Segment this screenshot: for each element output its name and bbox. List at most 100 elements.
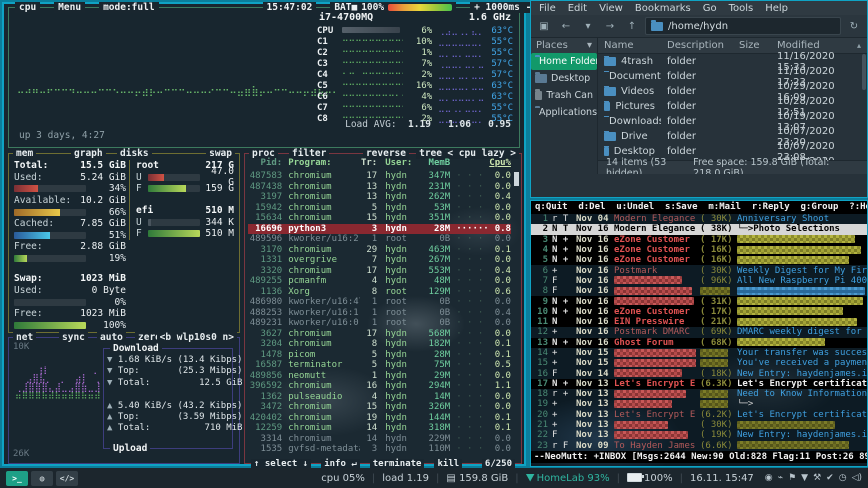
mail-row[interactable]: 18r +Nov 13Need to Know Information for (531, 389, 867, 399)
mail-row[interactable]: 21+Nov 13( 30K) (531, 420, 867, 430)
process-row[interactable]: 15634chromium15hydn351M· · ·0.0 (248, 213, 511, 224)
menu-file[interactable]: File (539, 3, 556, 14)
file-list-scrollbar[interactable] (862, 54, 866, 90)
col-description[interactable]: Description (661, 40, 733, 51)
process-row[interactable]: 1331overgrive7hydn267M· · ·0.0 (248, 255, 511, 266)
volume-icon[interactable]: ◁) (852, 473, 862, 483)
mail-row[interactable]: 19+Nov 13└─> (531, 399, 867, 409)
menu-help[interactable]: Help (765, 3, 788, 14)
process-row[interactable]: 16696python33hydn28M·········0.8 (248, 224, 511, 235)
process-row[interactable]: 489596kworker/u16:2-1root0B· · ·0.0 (248, 234, 511, 245)
clock-icon[interactable]: ◷ (839, 473, 847, 483)
new-window-icon[interactable]: ▣ (537, 21, 551, 32)
process-row[interactable]: 1478picom5hydn28M· · ·0.1 (248, 350, 511, 361)
process-row[interactable]: 486980kworker/u16:471root0B· · ·0.0 (248, 297, 511, 308)
col-name[interactable]: Name (598, 40, 661, 51)
process-row[interactable]: 3197chromium13hydn262M· · ·0.4 (248, 192, 511, 203)
up-icon[interactable]: ↑ (625, 21, 639, 32)
mail-row[interactable]: 23r FNov 09To Hayden James(6.6K) (531, 441, 867, 451)
process-row[interactable]: 3627chromium17hydn568M· · ·0.0 (248, 329, 511, 340)
process-row[interactable]: 15942chromium5hydn53M· · ·0.0 (248, 203, 511, 214)
download-label: Download (110, 343, 162, 354)
process-row[interactable]: 489856neomutt1hydn29M· · ·0.0 (248, 371, 511, 382)
back-icon[interactable]: ← (559, 21, 573, 32)
mode-toggle[interactable]: mode:full (99, 2, 158, 13)
process-row[interactable]: 3170chromium29hydn463M· · ·0.1 (248, 245, 511, 256)
process-row[interactable]: 489255pcmanfm4hydn48M· · ·0.0 (248, 276, 511, 287)
tab-cpu[interactable]: cpu (15, 2, 40, 13)
sidebar-item-trash-can[interactable]: Trash Can (531, 87, 597, 104)
process-row[interactable]: 396592chromium16hydn294M· · ·1.1 (248, 381, 511, 392)
neomutt-window[interactable]: q:Quit d:Del u:Undel s:Save m:Mail r:Rep… (530, 200, 868, 467)
process-row[interactable]: 1535gvfsd-metadata3hydn110M· · ·0.0 (248, 444, 511, 453)
process-row[interactable]: 1136Xorg8root129M· · ·0.6 (248, 287, 511, 298)
mail-row[interactable]: 9N +Nov 16( 31K) (531, 296, 867, 306)
mail-row[interactable]: 12+Nov 16Postmark DMARC( 69K)DMARC weekl… (531, 327, 867, 337)
forward-icon[interactable]: → (603, 21, 617, 32)
terminal-window[interactable]: cpu Menu mode:full 15:47:02 BAT■ 100% + … (2, 2, 526, 466)
mail-row[interactable]: 16FNov 14( 18K)New Entry: haydenjames.io (531, 368, 867, 378)
mail-row[interactable]: 17N +Nov 13Let's Encrypt E(6.3K)Let's En… (531, 379, 867, 389)
process-row[interactable]: 489231kworker/u16:0-1root0B· · ·0.0 (248, 318, 511, 329)
mail-row[interactable]: 11NNov 16EIN Presswire( 21K) (531, 317, 867, 327)
net-sync-toggle[interactable]: sync (59, 332, 88, 343)
swap-toggle[interactable]: swap (206, 148, 235, 159)
menu-go[interactable]: Go (703, 3, 717, 14)
menu-button[interactable]: Menu (54, 2, 85, 13)
process-row[interactable]: 420402chromium19hydn144M· · ·0.1 (248, 413, 511, 424)
process-row[interactable]: 3472chromium15hydn326M· · ·0.0 (248, 402, 511, 413)
app-button-terminal[interactable]: >_ (6, 471, 28, 486)
tab-mem[interactable]: mem (13, 148, 36, 159)
process-row[interactable]: 3320chromium17hydn553M· · ·0.4 (248, 266, 511, 277)
net-auto-toggle[interactable]: auto (97, 332, 126, 343)
net-interface-selector[interactable]: <b wlp10s0 n> (157, 332, 237, 343)
proc-scrollbar[interactable] (514, 172, 519, 186)
process-row[interactable]: 487438chromium13hydn231M· · ·0.0 (248, 182, 511, 193)
chevron-down-icon[interactable]: ▾ (587, 40, 592, 51)
app-button-editor[interactable]: </> (56, 471, 78, 486)
mail-row[interactable]: 15+Nov 15You've received a payment (531, 358, 867, 368)
menu-edit[interactable]: Edit (568, 3, 587, 14)
sidebar-item-desktop[interactable]: Desktop (531, 70, 597, 87)
process-row[interactable]: 3204chromium8hydn182M· · ·0.1 (248, 339, 511, 350)
mail-row[interactable]: 8FNov 16 (531, 286, 867, 296)
mail-row[interactable]: 22FNov 13( 19K)New Entry: haydenjames.io (531, 430, 867, 440)
mail-row[interactable]: 20+Nov 13Let's Encrypt E(6.2K)Let's Encr… (531, 410, 867, 420)
mail-row[interactable]: 4N +Nov 16eZone Customer( 16K) (531, 245, 867, 255)
flag-icon[interactable]: ⚑ (788, 473, 796, 483)
col-size[interactable]: Size (733, 40, 771, 51)
updates-icon[interactable]: ▼ (801, 473, 808, 483)
path-bar[interactable]: /home/hydn (645, 17, 841, 35)
process-row[interactable]: 12259chromium14hydn318M· · ·0.1 (248, 423, 511, 434)
mail-row[interactable]: 3N +Nov 16eZone Customer( 17K) (531, 235, 867, 245)
mail-row[interactable]: 5N +Nov 16eZone Customer( 16K) (531, 255, 867, 265)
reload-icon[interactable]: ↻ (847, 21, 861, 32)
menu-bookmarks[interactable]: Bookmarks (635, 3, 691, 14)
app-button-browser[interactable]: ◍ (31, 471, 53, 486)
process-row[interactable]: 3314chromium14hydn229M· · ·0.0 (248, 434, 511, 445)
mail-row[interactable]: 14+Nov 15Your transfer was successful (531, 348, 867, 358)
file-manager-window[interactable]: File Edit View Bookmarks Go Tools Help ▣ ← ▾ → ↑ /… (530, 0, 868, 198)
sidebar-item-home-folder[interactable]: Home Folder (531, 53, 597, 70)
process-row[interactable]: 488253kworker/u16:1-1root0B· · ·0.4 (248, 308, 511, 319)
mail-row[interactable]: 1r TNov 04Modern Elegance( 30K)Anniversa… (531, 214, 867, 224)
sidebar-item-applications[interactable]: Applications (531, 104, 597, 121)
graph-toggle[interactable]: graph (71, 148, 106, 159)
mail-row[interactable]: 13N +Nov 16Ghost Forum( 68K) (531, 338, 867, 348)
bluetooth-icon[interactable]: ◉ (765, 473, 773, 483)
tab-disks[interactable]: disks (117, 148, 152, 159)
clip-icon[interactable]: ⌁ (778, 473, 783, 483)
menu-view[interactable]: View (599, 3, 623, 14)
mail-row[interactable]: 10N +Nov 16eZone Customer( 17K) (531, 307, 867, 317)
process-row[interactable]: 16587terminator5hydn75M· · ·0.5 (248, 360, 511, 371)
mail-row[interactable]: 6+Nov 16Postmark( 30K)Weekly Digest for … (531, 265, 867, 275)
menu-tools[interactable]: Tools (729, 3, 754, 14)
process-row[interactable]: 1362pulseaudio4hydn14M· · ·0.0 (248, 392, 511, 403)
mail-row[interactable]: 2N TNov 16Modern Elegance( 38K)└─>Photo … (531, 224, 867, 234)
col-modified[interactable]: Modified▴ (771, 40, 867, 51)
process-row[interactable]: 487583chromium17hydn347M· · ·0.0 (248, 171, 511, 182)
history-icon[interactable]: ▾ (581, 21, 595, 32)
shield-icon[interactable]: ✔ (826, 473, 834, 483)
mail-row[interactable]: 7FNov 16( 96K)All New Raspberry Pi 400, … (531, 276, 867, 286)
tools-icon[interactable]: ⚒ (813, 473, 821, 483)
